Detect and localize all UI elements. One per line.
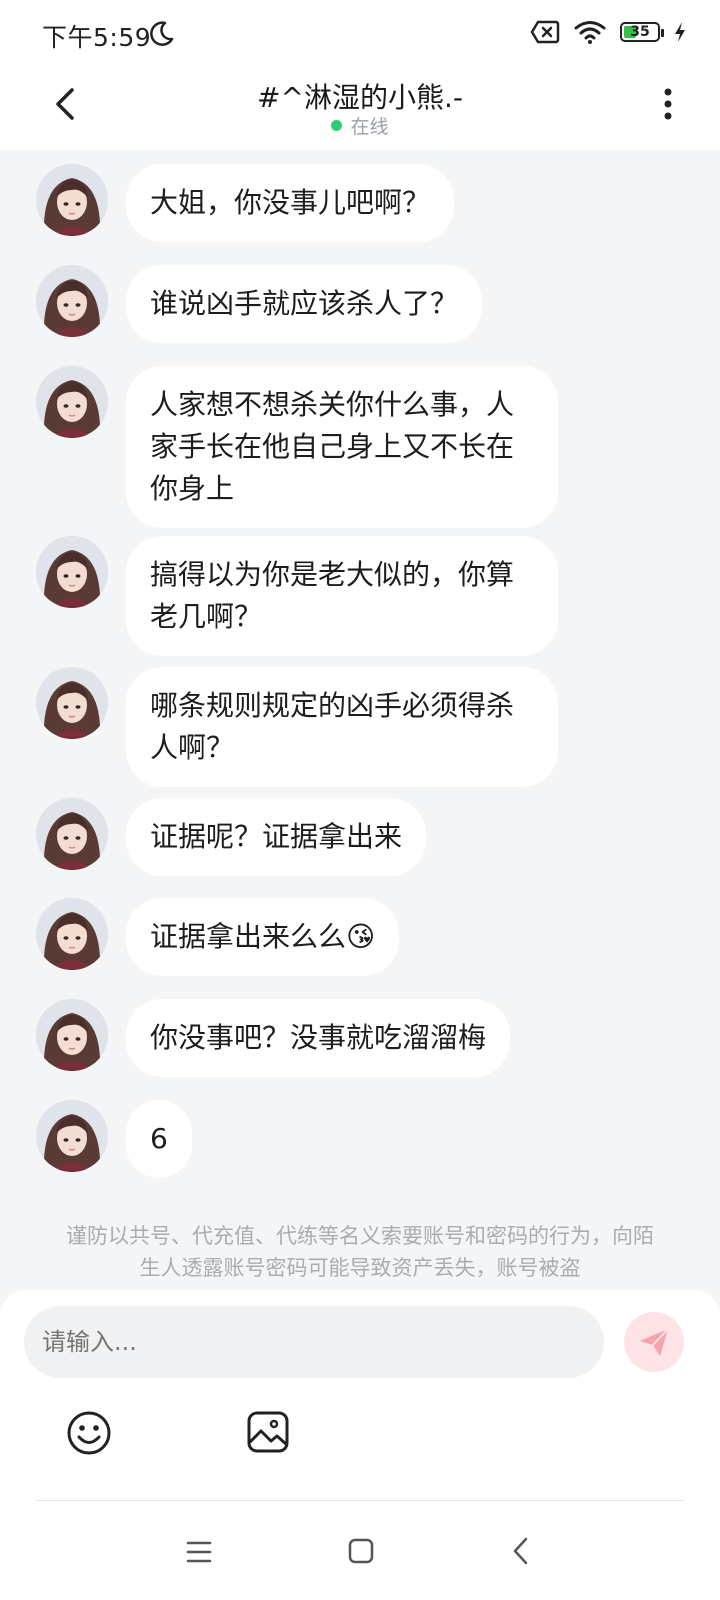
online-label: 在线: [350, 116, 389, 138]
chat-header: #^淋湿的小熊.- 在线: [0, 68, 720, 150]
message-item: 证据拿出来么么😘: [36, 898, 400, 976]
avatar[interactable]: [36, 164, 108, 236]
avatar[interactable]: [36, 798, 108, 870]
online-dot: [331, 120, 343, 131]
message-bubble[interactable]: 证据拿出来么么😘: [126, 898, 400, 976]
message-bubble[interactable]: 你没事吧？没事就吃溜溜梅: [126, 999, 511, 1077]
message-bubble[interactable]: 6: [126, 1100, 192, 1178]
message-bubble[interactable]: 哪条规则规定的凶手必须得杀人啊？: [126, 667, 558, 787]
message-item: 你没事吧？没事就吃溜溜梅: [36, 999, 511, 1077]
message-bubble[interactable]: 人家想不想杀关你什么事，人家手长在他自己身上又不长在你身上: [126, 366, 558, 528]
message-bubble[interactable]: 证据呢？证据拿出来: [126, 798, 427, 876]
send-icon: [640, 1328, 669, 1356]
avatar[interactable]: [36, 366, 108, 438]
message-item: 谁说凶手就应该杀人了？: [36, 265, 483, 343]
message-item: 证据呢？证据拿出来: [36, 798, 427, 876]
message-item: 哪条规则规定的凶手必须得杀人啊？: [36, 667, 558, 787]
avatar[interactable]: [36, 898, 108, 970]
home-icon[interactable]: [348, 1538, 374, 1564]
sim-off-icon: [530, 20, 560, 44]
moon-icon: [150, 21, 174, 46]
avatar[interactable]: [36, 667, 108, 739]
online-status: 在线: [0, 112, 720, 139]
message-bubble[interactable]: 大姐，你没事儿吧啊？: [126, 164, 455, 242]
image-icon[interactable]: [246, 1410, 290, 1454]
menu-icon[interactable]: [186, 1540, 212, 1564]
status-bar: 下午5:59 35: [0, 0, 720, 68]
message-item: 搞得以为你是老大似的，你算老几啊？: [36, 536, 558, 656]
message-item: 6: [36, 1100, 192, 1178]
avatar[interactable]: [36, 1100, 108, 1172]
message-bubble[interactable]: 搞得以为你是老大似的，你算老几啊？: [126, 536, 558, 656]
avatar[interactable]: [36, 536, 108, 608]
wifi-icon: [574, 21, 606, 44]
battery-icon: 35: [620, 22, 664, 42]
nav-back-icon[interactable]: [512, 1536, 530, 1566]
avatar[interactable]: [36, 265, 108, 337]
message-bubble[interactable]: 谁说凶手就应该杀人了？: [126, 265, 483, 343]
chat-title: #^淋湿的小熊.-: [257, 81, 463, 114]
status-time: 下午5:59: [42, 23, 152, 52]
message-list[interactable]: 大姐，你没事儿吧啊？ 谁说凶手就应该杀人了？ 人家想不想杀关你什么事，人家手长在…: [0, 150, 720, 1290]
avatar[interactable]: [36, 999, 108, 1071]
charging-icon: [675, 22, 685, 42]
message-input[interactable]: [24, 1306, 604, 1378]
more-icon[interactable]: [656, 82, 680, 126]
input-panel: [0, 1290, 720, 1600]
message-item: 大姐，你没事儿吧啊？: [36, 164, 455, 242]
emoji-icon[interactable]: [66, 1410, 112, 1456]
battery-percent: 35: [630, 24, 650, 40]
divider: [36, 1500, 684, 1501]
safety-notice: 谨防以共号、代充值、代练等名义索要账号和密码的行为，向陌生人透露账号密码可能导致…: [66, 1224, 654, 1280]
message-item: 人家想不想杀关你什么事，人家手长在他自己身上又不长在你身上: [36, 366, 558, 528]
send-button[interactable]: [624, 1312, 684, 1372]
